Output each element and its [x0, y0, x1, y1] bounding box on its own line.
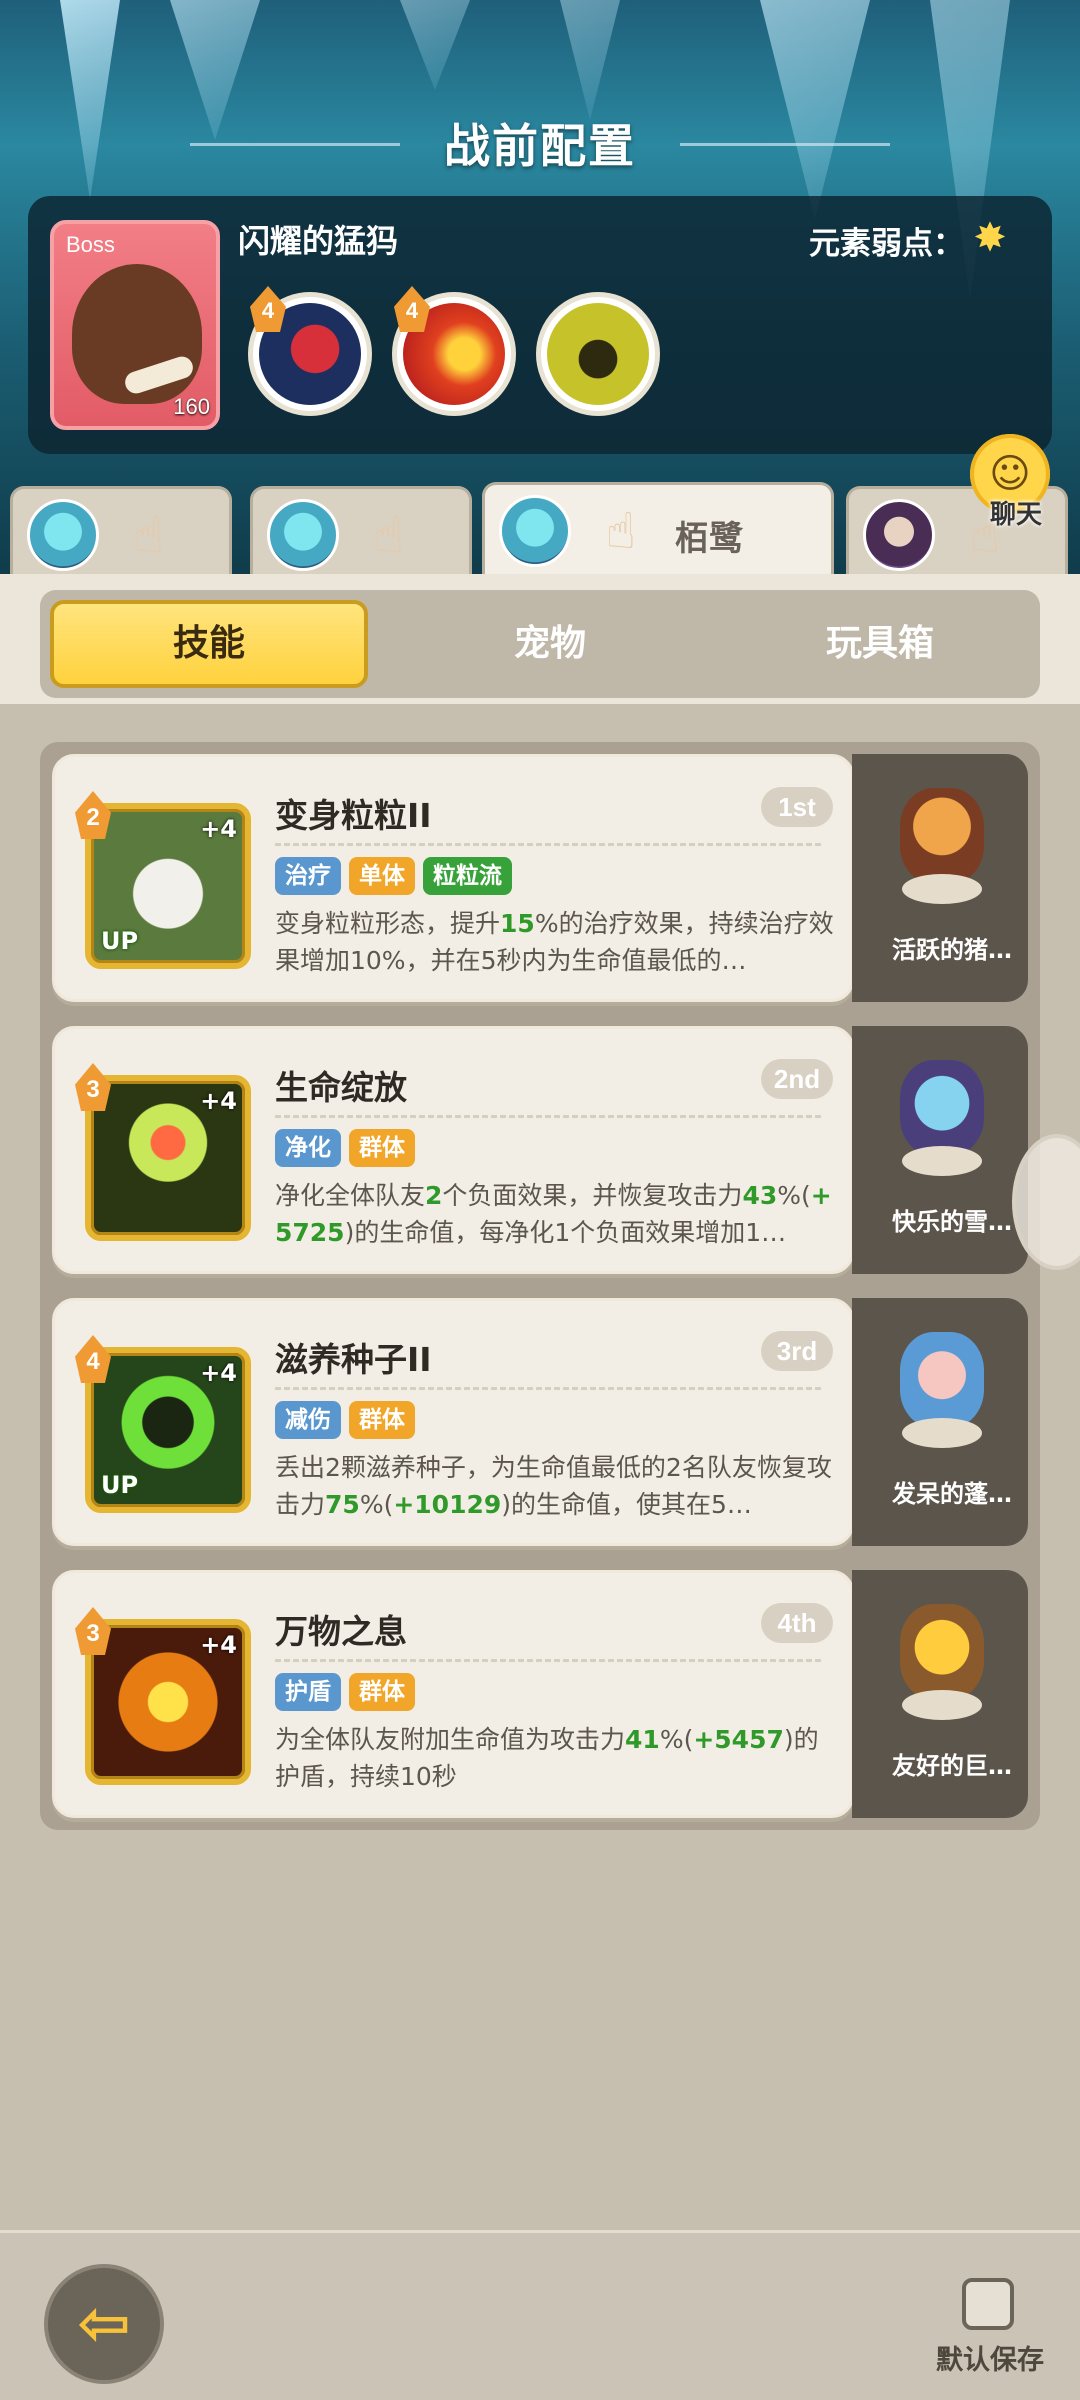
skill-name: 滋养种子II [275, 1340, 432, 1379]
hero-tab-1[interactable]: ☝ [10, 486, 232, 578]
skill-plus-level: +4 [200, 1631, 237, 1659]
seed-sprite-skill-icon: +4 UP [85, 1347, 251, 1513]
hero-avatar [267, 499, 339, 571]
tab-skills[interactable]: 技能 [50, 600, 368, 688]
skill-tags: 护盾 群体 [275, 1673, 415, 1711]
boss-level: 160 [173, 394, 210, 419]
pet-name: 发呆的蓬… [892, 1480, 1012, 1508]
pet-name: 友好的巨… [892, 1752, 1012, 1780]
skill-tag: 群体 [349, 1673, 415, 1711]
pedestal [902, 1146, 982, 1176]
skill-tags: 治疗 单体 粒粒流 [275, 857, 512, 895]
hero-avatar [863, 499, 935, 571]
hero-name: 栢鹭 [675, 519, 743, 559]
ram-pet-icon [900, 1332, 984, 1428]
pet-slot[interactable]: 发呆的蓬… [852, 1298, 1028, 1546]
divider [275, 1115, 821, 1118]
pedestal [902, 1418, 982, 1448]
skill-description: 净化全体队友2个负面效果，并恢复攻击力43%(+5725)的生命值，每净化1个负… [275, 1181, 832, 1247]
skill-rank: 4th [761, 1603, 833, 1643]
boss-portrait[interactable]: Boss 160 [50, 220, 220, 430]
hero-avatar [499, 495, 571, 567]
pedestal [902, 874, 982, 904]
skill-name: 万物之息 [275, 1612, 407, 1651]
skill-rank: 2nd [761, 1059, 833, 1099]
skill-tag: 减伤 [275, 1401, 341, 1439]
skill-tags: 减伤 群体 [275, 1401, 415, 1439]
skill-description: 变身粒粒形态，提升15%的治疗效果，持续治疗效果增加10%，并在5秒内为生命值最… [275, 909, 834, 975]
divider [275, 1387, 821, 1390]
skill-card[interactable]: +4 3 生命绽放 2nd 净化 群体 净化全体队友2个负面效果，并恢复攻击力4… [52, 1026, 854, 1274]
skill-tags: 净化 群体 [275, 1129, 415, 1167]
page-title: 战前配置 [444, 119, 636, 173]
tap-hand-icon: ☝ [373, 506, 405, 564]
default-save-label[interactable]: 默认保存 [936, 2338, 1044, 2377]
boss-name: 闪耀的猛犸 [238, 222, 399, 260]
skill-card[interactable]: +4 UP 2 变身粒粒II 1st 治疗 单体 粒粒流 变身粒粒形态，提升15… [52, 754, 854, 1002]
skill-upgrade-badge: UP [101, 927, 139, 955]
skill-description: 为全体队友附加生命值为攻击力41%(+5457)的护盾，持续10秒 [275, 1725, 819, 1791]
skill-tag: 粒粒流 [423, 857, 512, 895]
pet-name: 快乐的雪… [892, 1208, 1012, 1236]
chat-label[interactable]: 聊天 [990, 494, 1042, 531]
skill-tag: 护盾 [275, 1673, 341, 1711]
back-button[interactable]: ⇦ [44, 2264, 164, 2384]
skill-card[interactable]: +4 3 万物之息 4th 护盾 群体 为全体队友附加生命值为攻击力41%(+5… [52, 1570, 854, 1818]
owl-skill-icon: +4 UP [85, 803, 251, 969]
pet-slot[interactable]: 活跃的猪… [852, 754, 1028, 1002]
divider [275, 843, 821, 846]
snow-pet-icon [900, 1060, 984, 1156]
tab-pets[interactable]: 宠物 [400, 600, 700, 688]
skill-tag: 群体 [349, 1401, 415, 1439]
skill-name: 变身粒粒II [275, 796, 432, 835]
tap-hand-icon: ☝ [133, 506, 165, 564]
back-arrow-icon: ⇦ [77, 2287, 131, 2361]
skill-tag: 净化 [275, 1129, 341, 1167]
skill-description: 丢出2颗滋养种子，为生命值最低的2名队友恢复攻击力75%(+10129)的生命值… [275, 1453, 832, 1519]
element-weakness-label: 元素弱点： [809, 226, 964, 262]
hero-avatar [27, 499, 99, 571]
skill-rank: 3rd [761, 1331, 833, 1371]
category-tabs: 技能 宠物 玩具箱 [40, 590, 1040, 698]
skill-tag: 单体 [349, 857, 415, 895]
hero-tab-2[interactable]: ☝ [250, 486, 472, 578]
yellow-creature-icon[interactable] [536, 292, 660, 416]
skill-tag: 群体 [349, 1129, 415, 1167]
skill-card[interactable]: +4 UP 4 滋养种子II 3rd 减伤 群体 丢出2颗滋养种子，为生命值最低… [52, 1298, 854, 1546]
pet-slot[interactable]: 友好的巨… [852, 1570, 1028, 1818]
heart-flower-skill-icon: +4 [85, 1075, 251, 1241]
skill-plus-level: +4 [200, 815, 237, 843]
tap-hand-icon: ☝ [605, 502, 637, 560]
boss-info-panel: Boss 160 闪耀的猛犸 元素弱点： ✸ 4 4 [28, 196, 1052, 454]
skill-plus-level: +4 [200, 1359, 237, 1387]
default-save-checkbox[interactable] [962, 2278, 1014, 2330]
skill-tag: 治疗 [275, 857, 341, 895]
boar-pet-icon [900, 788, 984, 884]
boss-tag: Boss [66, 232, 115, 257]
crystal-decoration [400, 0, 470, 90]
skill-rank: 1st [761, 787, 833, 827]
divider [275, 1659, 821, 1662]
golden-cross-skill-icon: +4 [85, 1619, 251, 1785]
skill-plus-level: +4 [200, 1087, 237, 1115]
giant-pet-icon [900, 1604, 984, 1700]
pet-name: 活跃的猪… [892, 936, 1012, 964]
star-icon: ✸ [973, 215, 1007, 261]
pedestal [902, 1690, 982, 1720]
skill-name: 生命绽放 [275, 1068, 407, 1107]
pet-slot[interactable]: 快乐的雪… [852, 1026, 1028, 1274]
hero-tab-3[interactable]: ☝ 栢鹭 [482, 482, 834, 574]
tab-toybox[interactable]: 玩具箱 [730, 600, 1030, 688]
skill-upgrade-badge: UP [101, 1471, 139, 1499]
crystal-decoration [560, 0, 620, 120]
